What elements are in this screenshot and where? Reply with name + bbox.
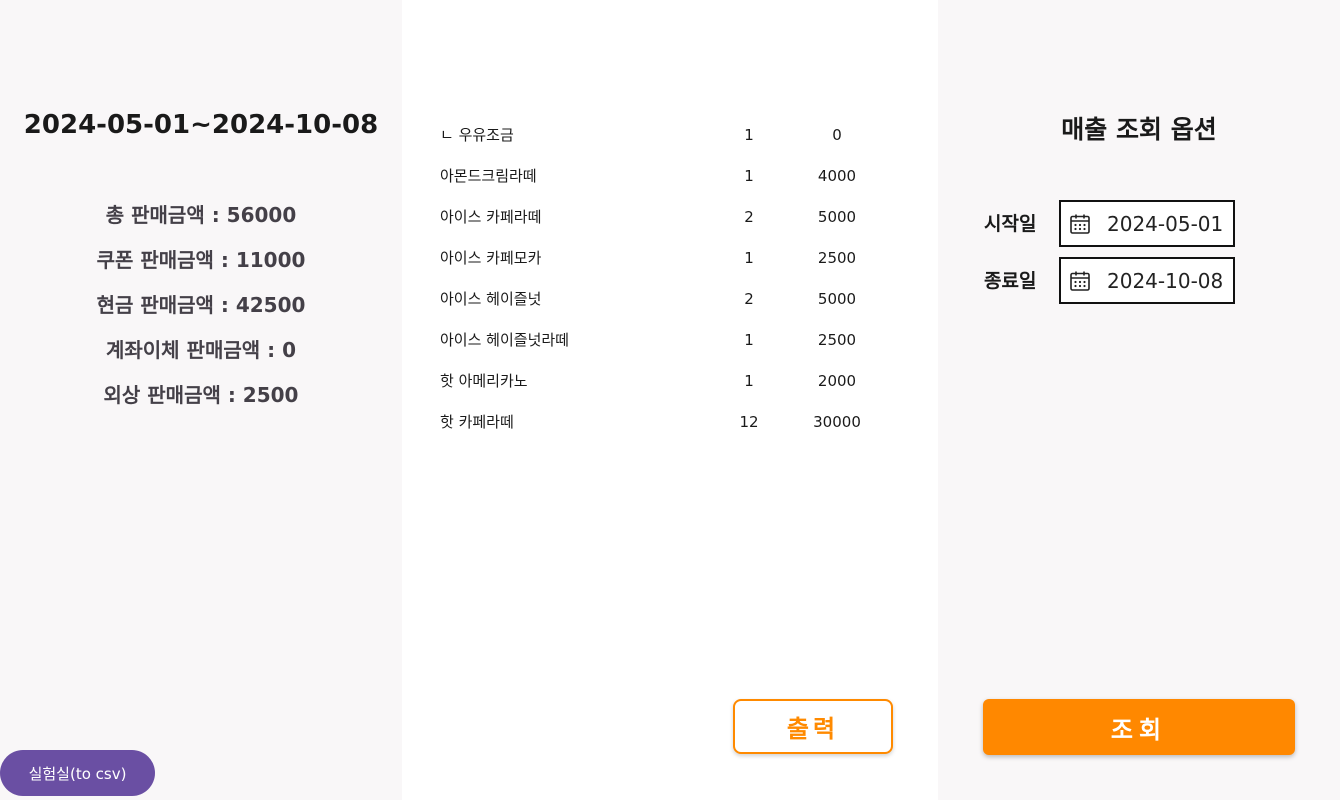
item-qty: 2 <box>744 207 754 226</box>
item-qty: 1 <box>744 248 754 267</box>
table-row: 아이스 카페라떼 2 5000 <box>440 196 886 237</box>
item-name: ㄴ 우유조금 <box>440 126 514 144</box>
item-qty: 1 <box>744 330 754 349</box>
item-amount: 5000 <box>817 289 857 308</box>
end-date-label: 종료일 <box>984 270 1037 292</box>
item-qty: 1 <box>744 125 754 144</box>
item-qty: 2 <box>744 289 754 308</box>
start-date-label: 시작일 <box>984 213 1037 235</box>
table-row: 핫 아메리카노 1 2000 <box>440 360 886 401</box>
summary-date-range: 2024-05-01~2024-10-08 <box>23 110 379 140</box>
item-name: 핫 아메리카노 <box>440 372 528 390</box>
start-date-value: 2024-05-01 <box>1107 211 1224 236</box>
end-date-value: 2024-10-08 <box>1107 268 1224 293</box>
item-name: 아이스 카페모카 <box>440 249 542 267</box>
item-qty: 1 <box>744 166 754 185</box>
item-qty: 1 <box>744 371 754 390</box>
print-button[interactable]: 출력 <box>733 699 893 754</box>
item-amount: 4000 <box>817 166 857 185</box>
item-name: 아이스 헤이즐넛라떼 <box>440 331 569 349</box>
start-date-field[interactable]: 2024-05-01 <box>1059 200 1235 247</box>
summary-transfer-sales: 계좌이체 판매금액 : 0 <box>105 338 296 362</box>
calendar-icon <box>1070 214 1090 234</box>
table-row: 아이스 헤이즐넛라떼 1 2500 <box>440 319 886 360</box>
item-amount: 30000 <box>813 412 861 431</box>
item-name: 아몬드크림라떼 <box>440 167 537 185</box>
options-title: 매출 조회 옵션 <box>1061 115 1217 144</box>
calendar-icon <box>1070 271 1090 291</box>
item-amount: 2500 <box>817 330 857 349</box>
table-row: ㄴ 우유조금 1 0 <box>440 114 886 155</box>
item-name: 아이스 카페라떼 <box>440 208 542 226</box>
item-name: 아이스 헤이즐넛 <box>440 290 542 308</box>
sales-report-screen: 2024-05-01~2024-10-08 총 판매금액 : 56000 쿠폰 … <box>0 0 1340 800</box>
item-amount: 0 <box>832 125 842 144</box>
item-amount: 2500 <box>817 248 857 267</box>
search-button[interactable]: 조회 <box>983 699 1295 755</box>
summary-credit-sales: 외상 판매금액 : 2500 <box>103 383 299 407</box>
item-name: 핫 카페라떼 <box>440 413 514 431</box>
table-row: 아몬드크림라떼 1 4000 <box>440 155 886 196</box>
summary-coupon-sales: 쿠폰 판매금액 : 11000 <box>96 248 306 272</box>
table-row: 핫 카페라떼 12 30000 <box>440 401 886 442</box>
item-amount: 5000 <box>817 207 857 226</box>
sales-summary-panel: 2024-05-01~2024-10-08 총 판매금액 : 56000 쿠폰 … <box>0 0 402 800</box>
sales-items-panel: ㄴ 우유조금 1 0 아몬드크림라떼 1 4000 아이스 카페라떼 2 500… <box>402 0 938 800</box>
item-qty: 12 <box>739 412 759 431</box>
end-date-field[interactable]: 2024-10-08 <box>1059 257 1235 304</box>
summary-total-sales: 총 판매금액 : 56000 <box>105 203 297 227</box>
summary-list: 총 판매금액 : 56000 쿠폰 판매금액 : 11000 현금 판매금액 :… <box>0 200 402 425</box>
summary-cash-sales: 현금 판매금액 : 42500 <box>96 293 306 317</box>
table-row: 아이스 카페모카 1 2500 <box>440 237 886 278</box>
lab-to-csv-button[interactable]: 실험실(to csv) <box>0 750 155 796</box>
sales-items-table: ㄴ 우유조금 1 0 아몬드크림라떼 1 4000 아이스 카페라떼 2 500… <box>440 114 886 442</box>
item-amount: 2000 <box>817 371 857 390</box>
table-row: 아이스 헤이즐넛 2 5000 <box>440 278 886 319</box>
query-options-panel: 매출 조회 옵션 시작일 2024-05-01 종료일 2024-10-08 조… <box>938 0 1340 800</box>
